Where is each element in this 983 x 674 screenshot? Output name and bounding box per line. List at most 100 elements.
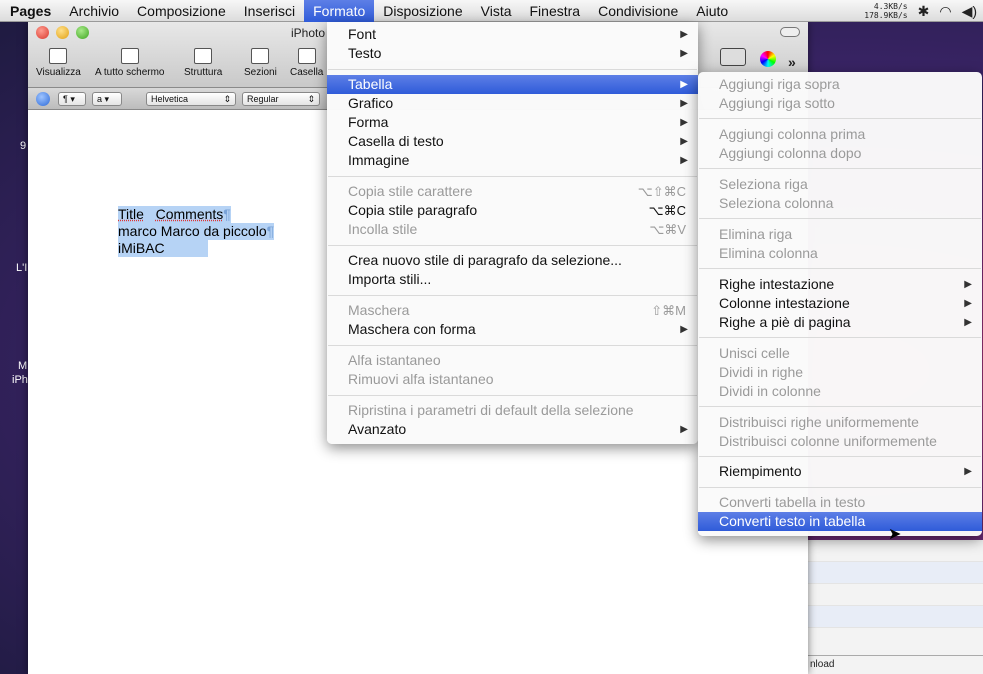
- menu-item-testo[interactable]: Testo ▶: [327, 44, 698, 63]
- menu-item-righe-pie-di-pagina[interactable]: Righe a piè di pagina ▶: [698, 313, 982, 332]
- close-button[interactable]: [36, 26, 49, 39]
- textbox-icon: [297, 48, 316, 64]
- menu-item-label: Elimina colonna: [719, 245, 818, 261]
- menu-item-distribuisci-colonne[interactable]: Distribuisci colonne uniformemente: [698, 432, 982, 451]
- menu-item-elimina-riga[interactable]: Elimina riga: [698, 225, 982, 244]
- menu-shortcut: ⇧⌘M: [651, 303, 686, 318]
- menu-item-importa-stili[interactable]: Importa stili...: [327, 270, 698, 289]
- background-window: nload: [808, 540, 983, 674]
- menu-item-avanzato[interactable]: Avanzato ▶: [327, 420, 698, 439]
- menu-shortcut: ⌥⌘C: [648, 203, 686, 218]
- text-line[interactable]: marco Marco da piccolo¶: [118, 223, 275, 240]
- menu-app-pages[interactable]: Pages: [0, 0, 60, 22]
- menu-item-copia-stile-paragrafo[interactable]: Copia stile paragrafo ⌥⌘C: [327, 201, 698, 220]
- stepper-icon: ⇕: [223, 94, 231, 104]
- menu-item-righe-intestazione[interactable]: Righe intestazione ▶: [698, 275, 982, 294]
- list-row[interactable]: [808, 584, 983, 606]
- menu-item-incolla-stile[interactable]: Incolla stile ⌥⌘V: [327, 220, 698, 239]
- menu-separator: [699, 268, 981, 269]
- menu-item-label: Aggiungi riga sopra: [719, 76, 840, 92]
- menu-inserisci[interactable]: Inserisci: [235, 0, 304, 22]
- menu-item-distribuisci-righe[interactable]: Distribuisci righe uniformemente: [698, 413, 982, 432]
- toolbar-toggle-button[interactable]: [780, 27, 800, 37]
- casella-button[interactable]: Casella: [290, 48, 323, 78]
- media-icon[interactable]: [720, 48, 746, 66]
- font-family-select[interactable]: Helvetica ⇕: [146, 92, 236, 106]
- menu-item-aggiungi-riga-sopra[interactable]: Aggiungi riga sopra: [698, 75, 982, 94]
- colors-icon[interactable]: [760, 51, 776, 67]
- menu-item-dividi-in-righe[interactable]: Dividi in righe: [698, 363, 982, 382]
- sezioni-button[interactable]: Sezioni: [244, 48, 277, 78]
- submenu-arrow-icon: ▶: [680, 98, 688, 109]
- menu-item-seleziona-riga[interactable]: Seleziona riga: [698, 175, 982, 194]
- submenu-arrow-icon: ▶: [680, 424, 688, 435]
- menu-item-aggiungi-colonna-dopo[interactable]: Aggiungi colonna dopo: [698, 144, 982, 163]
- document-text[interactable]: Title Comments¶ marco Marco da piccolo¶ …: [118, 206, 275, 257]
- desktop-label: iPh: [12, 374, 28, 386]
- minimize-button[interactable]: [56, 26, 69, 39]
- struttura-button[interactable]: Struttura: [184, 48, 222, 78]
- menu-item-riempimento[interactable]: Riempimento ▶: [698, 462, 982, 481]
- fullscreen-button[interactable]: A tutto schermo: [95, 48, 164, 78]
- paragraph-style-select[interactable]: ¶ ▾: [58, 92, 86, 106]
- menu-item-elimina-colonna[interactable]: Elimina colonna: [698, 244, 982, 263]
- menu-item-rimuovi-alfa[interactable]: Rimuovi alfa istantaneo: [327, 370, 698, 389]
- menu-formato[interactable]: Formato: [304, 0, 375, 22]
- submenu-arrow-icon: ▶: [964, 317, 972, 328]
- menu-item-grafico[interactable]: Grafico ▶: [327, 94, 698, 113]
- styles-drawer-icon[interactable]: [36, 92, 50, 106]
- volume-icon[interactable]: ◀): [962, 3, 977, 20]
- menu-item-label: Aggiungi colonna prima: [719, 126, 866, 142]
- list-row[interactable]: [808, 606, 983, 628]
- menu-item-tabella[interactable]: Tabella ▶: [327, 75, 698, 94]
- menu-item-unisci-celle[interactable]: Unisci celle: [698, 344, 982, 363]
- menu-item-aggiungi-colonna-prima[interactable]: Aggiungi colonna prima: [698, 125, 982, 144]
- menu-item-immagine[interactable]: Immagine ▶: [327, 151, 698, 170]
- menu-archivio[interactable]: Archivio: [60, 0, 128, 22]
- menu-item-seleziona-colonna[interactable]: Seleziona colonna: [698, 194, 982, 213]
- formato-menu: Font ▶ Testo ▶ Tabella ▶ Grafico ▶ Forma ▶ Ca…: [327, 22, 698, 444]
- menu-item-dividi-in-colonne[interactable]: Dividi in colonne: [698, 382, 982, 401]
- visualizza-button[interactable]: Visualizza: [36, 48, 81, 78]
- menu-condivisione[interactable]: Condivisione: [589, 0, 687, 22]
- bluetooth-icon[interactable]: ✱: [918, 3, 930, 20]
- menu-item-maschera[interactable]: Maschera ⇧⌘M: [327, 301, 698, 320]
- menu-item-copia-stile-carattere[interactable]: Copia stile carattere ⌥⇧⌘C: [327, 182, 698, 201]
- menu-item-converti-testo-in-tabella[interactable]: Converti testo in tabella: [698, 512, 982, 531]
- text-line[interactable]: iMiBAC: [118, 240, 208, 257]
- list-row[interactable]: [808, 562, 983, 584]
- menu-aiuto[interactable]: Aiuto: [687, 0, 737, 22]
- menu-item-aggiungi-riga-sotto[interactable]: Aggiungi riga sotto: [698, 94, 982, 113]
- font-style-select[interactable]: Regular ⇕: [242, 92, 320, 106]
- menu-finestra[interactable]: Finestra: [521, 0, 590, 22]
- menu-item-label: Elimina riga: [719, 226, 793, 242]
- character-style-select[interactable]: a ▾: [92, 92, 122, 106]
- menu-item-label: Colonne intestazione: [719, 295, 850, 311]
- pilcrow: ¶: [223, 206, 231, 222]
- menu-item-label: Copia stile carattere: [348, 183, 473, 199]
- menu-item-label: Righe a piè di pagina: [719, 314, 851, 330]
- wifi-icon[interactable]: ◠: [939, 3, 951, 20]
- menu-item-label: Incolla stile: [348, 221, 418, 237]
- menu-disposizione[interactable]: Disposizione: [374, 0, 471, 22]
- menu-item-font[interactable]: Font ▶: [327, 25, 698, 44]
- visualizza-label: Visualizza: [36, 67, 81, 78]
- menu-bar: Pages Archivio Composizione Inserisci Fo…: [0, 0, 983, 22]
- desktop-label: L'I: [16, 262, 28, 274]
- menu-vista[interactable]: Vista: [472, 0, 521, 22]
- menu-item-alfa-istantaneo[interactable]: Alfa istantaneo: [327, 351, 698, 370]
- menu-item-ripristina-default[interactable]: Ripristina i parametri di default della …: [327, 401, 698, 420]
- menu-item-converti-tabella-in-testo[interactable]: Converti tabella in testo: [698, 493, 982, 512]
- menu-item-casella-di-testo[interactable]: Casella di testo ▶: [327, 132, 698, 151]
- toolbar-overflow-icon[interactable]: »: [788, 54, 796, 70]
- menu-item-maschera-con-forma[interactable]: Maschera con forma ▶: [327, 320, 698, 339]
- sections-icon: [251, 48, 270, 64]
- network-speed[interactable]: 4.3KB/s 178.9KB/s: [864, 2, 907, 20]
- menu-item-forma[interactable]: Forma ▶: [327, 113, 698, 132]
- menu-composizione[interactable]: Composizione: [128, 0, 235, 22]
- text-line[interactable]: Title Comments¶: [118, 206, 231, 223]
- menu-item-label: Testo: [348, 45, 382, 61]
- zoom-button[interactable]: [76, 26, 89, 39]
- menu-item-colonne-intestazione[interactable]: Colonne intestazione ▶: [698, 294, 982, 313]
- menu-item-crea-nuovo-stile[interactable]: Crea nuovo stile di paragrafo da selezio…: [327, 251, 698, 270]
